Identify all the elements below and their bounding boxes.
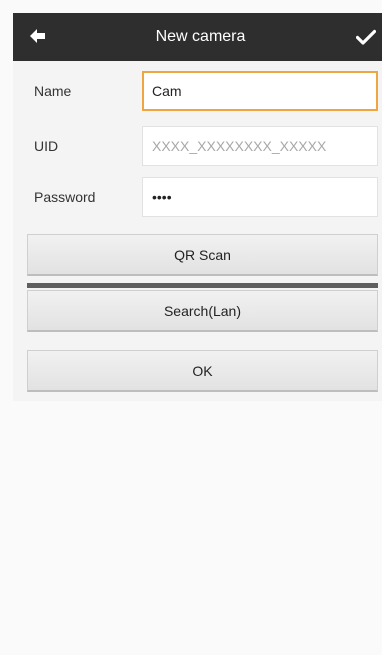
uid-input[interactable]: [142, 126, 378, 166]
password-row: Password: [13, 173, 382, 221]
password-label: Password: [34, 189, 96, 205]
confirm-button[interactable]: [348, 19, 382, 55]
password-input[interactable]: [142, 177, 378, 217]
uid-row: UID: [13, 122, 382, 170]
back-arrow-icon: [30, 29, 45, 43]
camera-form: Name UID Password QR Scan Search(Lan) OK: [13, 61, 382, 401]
checkmark-icon: [356, 29, 376, 45]
back-button[interactable]: [21, 19, 55, 53]
name-row: Name: [13, 67, 382, 115]
qr-scan-button[interactable]: QR Scan: [27, 234, 378, 276]
page-title: New camera: [155, 28, 246, 45]
ok-button[interactable]: OK: [27, 350, 378, 392]
new-camera-screen: New camera Name UID Password QR Scan Sea…: [0, 0, 382, 655]
name-input[interactable]: [142, 71, 378, 111]
uid-label: UID: [34, 138, 59, 154]
name-label: Name: [34, 83, 72, 99]
app-header: New camera: [13, 13, 382, 61]
search-lan-button[interactable]: Search(Lan): [27, 290, 378, 332]
divider: [27, 283, 378, 288]
